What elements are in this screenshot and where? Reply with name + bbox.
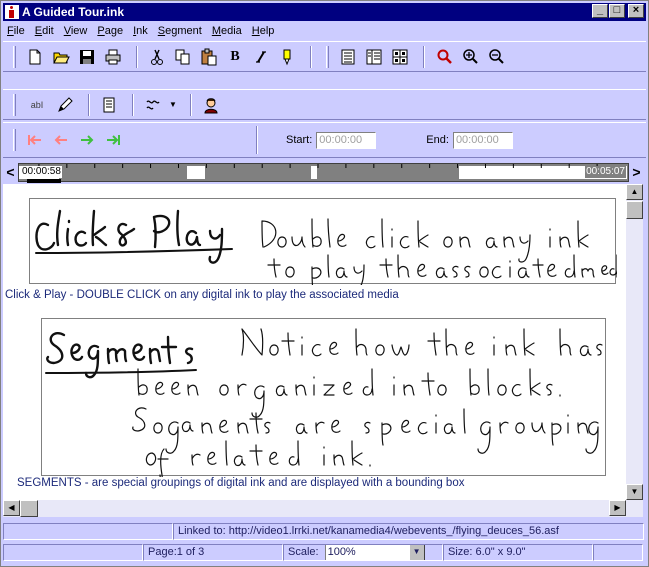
ink-handwriting[interactable] — [30, 199, 618, 291]
app-icon[interactable] — [5, 5, 19, 19]
end-time-field[interactable]: 00:00:00 — [452, 131, 513, 149]
timeline-end-time: 00:05:07 — [585, 166, 626, 178]
timeline: < 00:00:58 00:05:07 > — [3, 162, 646, 183]
view-split-icon[interactable] — [363, 47, 385, 67]
save-icon[interactable] — [76, 47, 98, 67]
bold-icon[interactable]: B — [224, 47, 246, 67]
menu-segment[interactable]: Segment — [158, 25, 202, 37]
status-panel-empty — [3, 523, 173, 540]
toolbar-separator — [190, 93, 192, 116]
timeline-current-time: 00:00:58 — [21, 166, 62, 178]
user-icon[interactable] — [200, 95, 222, 115]
new-doc-icon[interactable] — [24, 47, 46, 67]
ink-handwriting[interactable] — [42, 319, 607, 480]
scroll-left-button[interactable]: ◀ — [3, 500, 20, 516]
ink-style-icon[interactable] — [142, 95, 164, 115]
ink-segment-box[interactable] — [29, 198, 618, 291]
scroll-up-button[interactable]: ▲ — [626, 184, 643, 200]
text-select-icon[interactable]: abI — [24, 95, 50, 115]
skip-end-icon[interactable] — [102, 130, 124, 150]
toolbar-separator — [256, 126, 258, 154]
media-toolbar: Start: 00:00:00 End: 00:00:00 — [3, 122, 646, 158]
link-status-bar: Linked to: http://video1.lrrki.net/kanam… — [3, 522, 646, 541]
zoom-in-icon[interactable] — [459, 47, 481, 67]
start-label: Start: — [286, 134, 313, 146]
timeline-right-arrow[interactable]: > — [629, 163, 644, 182]
maximize-button[interactable]: □ — [609, 4, 625, 18]
step-back-icon[interactable] — [50, 130, 72, 150]
toolbar-grip[interactable] — [13, 45, 16, 68]
timeline-track[interactable]: 00:00:58 00:05:07 — [18, 163, 629, 183]
menu-ink[interactable]: Ink — [133, 25, 148, 37]
notes-icon[interactable] — [98, 95, 120, 115]
pen-icon[interactable] — [54, 95, 76, 115]
toolbar-separator — [310, 45, 312, 68]
skip-start-icon[interactable] — [24, 130, 46, 150]
main-toolbar: B — [3, 41, 646, 72]
start-time-field[interactable]: 00:00:00 — [316, 131, 377, 149]
menu-file[interactable]: File — [7, 25, 25, 37]
highlight-icon[interactable] — [276, 47, 298, 67]
menu-edit[interactable]: Edit — [35, 25, 54, 37]
page-indicator: Page:1 of 3 — [143, 544, 283, 561]
print-icon[interactable] — [102, 47, 124, 67]
ink-toolbar: abI ▼ — [3, 89, 646, 120]
scale-select[interactable]: 100% — [324, 545, 409, 560]
scale-control: Scale: 100% ▼ — [283, 544, 443, 561]
close-button[interactable]: × — [628, 4, 644, 18]
playhead[interactable] — [27, 179, 61, 183]
window-title: A Guided Tour.ink — [22, 5, 124, 19]
app-window: A Guided Tour.ink _ □ × File Edit View P… — [0, 0, 649, 567]
horizontal-scrollbar[interactable]: ◀ ▶ — [3, 500, 643, 517]
scale-dropdown-button[interactable]: ▼ — [408, 545, 425, 560]
menu-help[interactable]: Help — [252, 25, 275, 37]
segment-caption: Click & Play - DOUBLE CLICK on any digit… — [5, 289, 399, 301]
menu-view[interactable]: View — [64, 25, 88, 37]
cut-icon[interactable] — [146, 47, 168, 67]
dropdown-icon[interactable]: ▼ — [168, 95, 178, 115]
copy-icon[interactable] — [172, 47, 194, 67]
menu-page[interactable]: Page — [97, 25, 123, 37]
status-bar: Page:1 of 3 Scale: 100% ▼ Size: 6.0" x 9… — [3, 543, 646, 562]
minimize-button[interactable]: _ — [592, 4, 608, 18]
italic-icon[interactable] — [250, 47, 272, 67]
end-label: End: — [426, 134, 449, 146]
segment-caption: SEGMENTS - are special groupings of digi… — [17, 477, 465, 489]
scroll-down-button[interactable]: ▼ — [626, 484, 643, 500]
scroll-right-button[interactable]: ▶ — [609, 500, 626, 516]
paste-icon[interactable] — [198, 47, 220, 67]
menu-bar: File Edit View Page Ink Segment Media He… — [3, 22, 646, 40]
toolbar-grip[interactable] — [13, 129, 16, 151]
open-folder-icon[interactable] — [50, 47, 72, 67]
vertical-scrollbar[interactable]: ▲ ▼ — [626, 184, 643, 500]
view-single-icon[interactable] — [337, 47, 359, 67]
view-grid-icon[interactable] — [389, 47, 411, 67]
status-panel-empty — [3, 544, 143, 561]
timeline-ticks — [38, 164, 598, 168]
toolbar-separator — [136, 45, 138, 68]
ink-segment-box[interactable] — [41, 318, 607, 480]
toolbar-separator — [88, 93, 90, 116]
toolbar-grip[interactable] — [13, 93, 16, 116]
menu-media[interactable]: Media — [212, 25, 242, 37]
horizontal-scroll-thumb[interactable] — [20, 500, 38, 517]
status-panel-empty — [593, 544, 643, 561]
toolbar-separator — [423, 45, 425, 68]
page-size: Size: 6.0" x 9.0" — [443, 544, 593, 561]
timeline-left-arrow[interactable]: < — [3, 163, 18, 182]
toolbar-separator — [132, 93, 134, 116]
zoom-out-icon[interactable] — [485, 47, 507, 67]
title-bar[interactable]: A Guided Tour.ink _ □ × — [3, 3, 646, 21]
scale-label: Scale: — [288, 546, 319, 558]
ink-document[interactable]: Click & Play - DOUBLE CLICK on any digit… — [3, 184, 626, 500]
linked-media-url[interactable]: Linked to: http://video1.lrrki.net/kanam… — [173, 523, 644, 540]
vertical-scroll-thumb[interactable] — [626, 201, 643, 219]
step-forward-icon[interactable] — [76, 130, 98, 150]
toolbar-grip[interactable] — [326, 45, 329, 68]
find-icon[interactable] — [433, 47, 455, 67]
